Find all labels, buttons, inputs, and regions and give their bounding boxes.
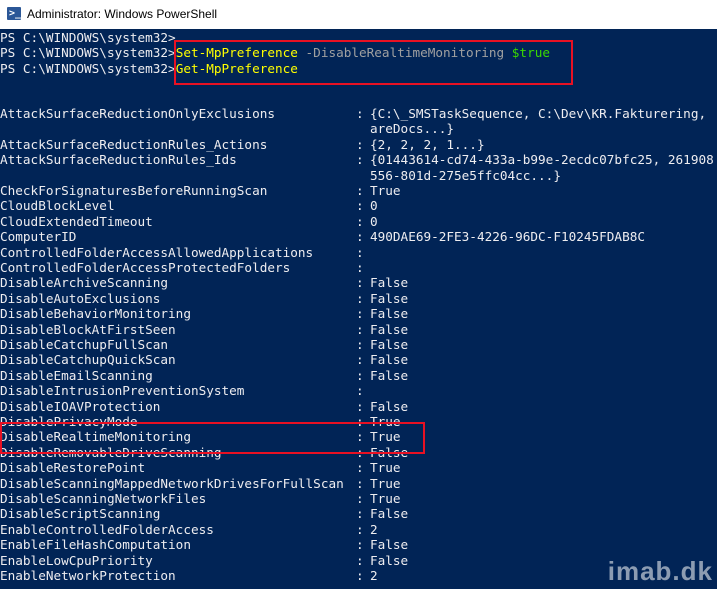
preference-value: False [370,352,409,368]
preference-name: AttackSurfaceReductionRules_Actions [0,136,268,152]
preference-value: False [370,306,409,322]
preference-name: EnableFileHashComputation [0,537,191,553]
preference-name: DisableBlockAtFirstSeen [0,321,176,337]
separator: : [356,229,364,245]
preference-value: {C:\_SMSTaskSequence, C:\Dev\KR.Fakturer… [370,106,707,121]
separator: : [356,337,364,352]
window-title: Administrator: Windows PowerShell [27,7,218,21]
separator: : [356,552,364,568]
preference-value: False [370,398,409,414]
separator: : [356,244,364,260]
preference-value: 0 [370,213,378,229]
preference-value: False [370,337,409,352]
preference-name: EnableLowCpuPriority [0,552,153,568]
preference-name: DisableCatchupFullScan [0,337,169,352]
prompt: PS C:\WINDOWS\system32> [0,60,176,76]
separator: : [356,152,364,168]
prompt: PS C:\WINDOWS\system32> [0,45,176,61]
preference-name: DisableScanningNetworkFiles [0,491,207,506]
preference-name: DisableBehaviorMonitoring [0,306,191,322]
prompt: PS C:\WINDOWS\system32> [0,30,176,45]
separator: : [356,506,364,522]
preference-name: ComputerID [0,229,77,245]
preference-value: 0 [370,198,378,214]
preference-value: False [370,321,409,337]
separator: : [356,491,364,506]
preference-value-continued: areDocs...} [370,121,455,137]
separator: : [356,260,364,275]
preference-name: DisableEmailScanning [0,367,153,383]
separator: : [356,321,364,337]
preference-name: DisableIntrusionPreventionSystem [0,383,245,399]
separator: : [356,198,364,214]
separator: : [356,213,364,229]
realtime-monitoring-highlight-box [0,422,425,454]
preference-value: 2 [370,568,378,583]
separator: : [356,537,364,553]
title-bar[interactable]: >_ Administrator: Windows PowerShell [0,0,717,29]
preference-name: CloudBlockLevel [0,198,115,214]
preference-value: {01443614-cd74-433a-b99e-2ecdc07bfc25, 2… [370,152,714,168]
preference-name: DisableRestorePoint [0,460,146,476]
preference-name: EnableControlledFolderAccess [0,521,214,537]
separator: : [356,475,364,491]
preference-value: 2 [370,521,378,537]
watermark: imab.dk [607,556,713,586]
powershell-icon: >_ [7,7,22,20]
preference-name: CheckForSignaturesBeforeRunningScan [0,183,268,198]
preference-name: EnableNetworkProtection [0,568,176,583]
preference-value: {2, 2, 2, 1...} [370,136,485,152]
separator: : [356,568,364,583]
console-output[interactable]: PS C:\WINDOWS\system32> PS C:\WINDOWS\sy… [0,30,717,589]
preference-value: 490DAE69-2FE3-4226-96DC-F10245FDAB8C [370,229,645,245]
prompt-line: PS C:\WINDOWS\system32> [0,30,176,45]
preference-name: DisableIOAVProtection [0,398,161,414]
preference-value: False [370,537,409,553]
preference-name: ControlledFolderAccessProtectedFolders [0,260,291,275]
preference-value: False [370,290,409,306]
preference-name: DisableCatchupQuickScan [0,352,176,368]
separator: : [356,398,364,414]
separator: : [356,367,364,383]
separator: : [356,352,364,368]
preference-value: True [370,475,401,491]
preference-name: AttackSurfaceReductionOnlyExclusions [0,106,275,121]
separator: : [356,306,364,322]
separator: : [356,275,364,291]
preference-value-continued: 556-801d-275e5ffc04cc...} [370,167,561,183]
preference-name: DisableScanningMappedNetworkDrivesForFul… [0,475,344,491]
separator: : [356,136,364,152]
preference-value: False [370,275,409,291]
separator: : [356,460,364,476]
preference-name: AttackSurfaceReductionRules_Ids [0,152,237,168]
separator: : [356,106,364,121]
preference-name: DisableScriptScanning [0,506,161,522]
separator: : [356,383,364,399]
preference-value: True [370,183,401,198]
preference-value: True [370,491,401,506]
preference-name: DisableArchiveScanning [0,275,169,291]
preference-name: CloudExtendedTimeout [0,213,153,229]
preference-value: True [370,460,401,476]
preference-name: DisableAutoExclusions [0,290,161,306]
separator: : [356,521,364,537]
preference-value: False [370,506,409,522]
command-highlight-box [174,40,573,85]
preference-value: False [370,552,409,568]
preference-name: ControlledFolderAccessAllowedApplication… [0,244,314,260]
preference-value: False [370,367,409,383]
separator: : [356,183,364,198]
separator: : [356,290,364,306]
